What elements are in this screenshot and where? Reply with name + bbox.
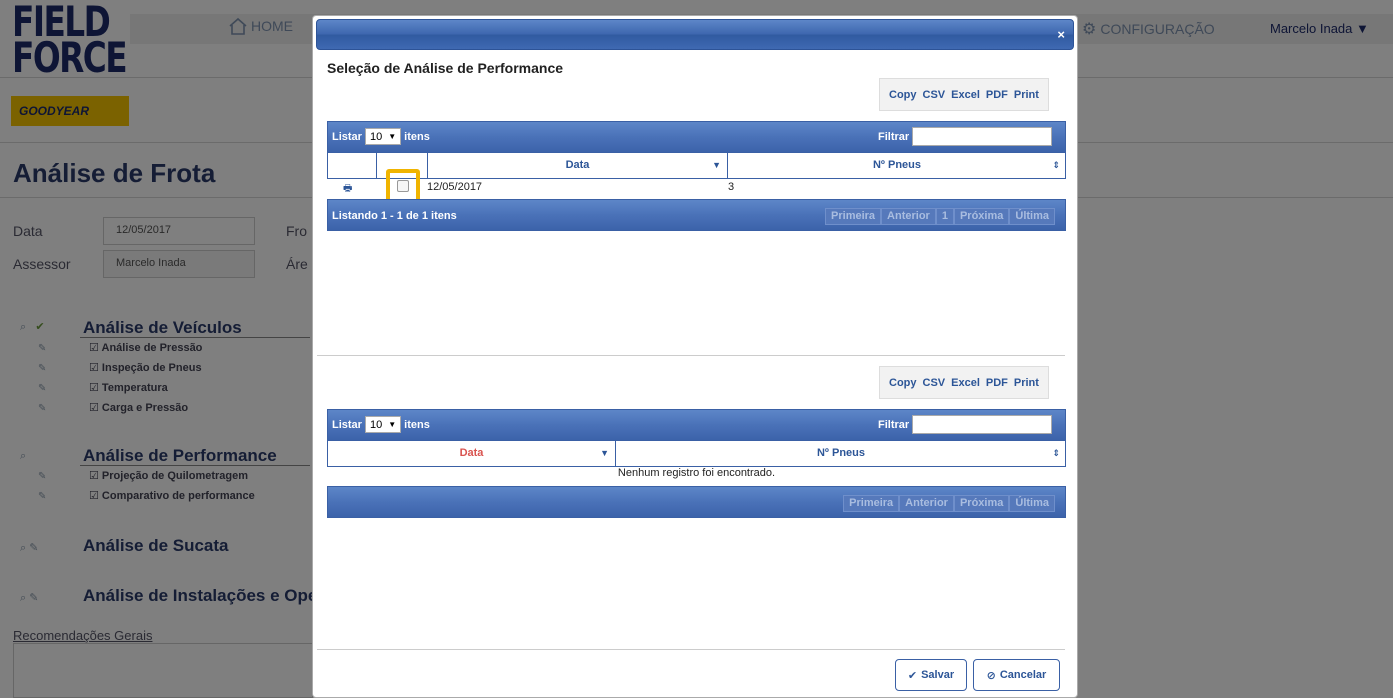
listar-label: Listar — [332, 130, 362, 143]
sort-desc-icon: ▼ — [600, 448, 609, 458]
empty-message: Nenhum registro foi encontrado. — [617, 467, 776, 479]
row-checkbox[interactable] — [397, 180, 409, 192]
header-pneus[interactable]: Nº Pneus ⇕ — [728, 153, 1066, 178]
header-data[interactable]: Data ▼ — [428, 153, 728, 178]
pagination: Primeira Anterior 1 Próxima Última — [825, 208, 1055, 225]
header-empty — [328, 153, 377, 178]
sort-desc-icon: ▼ — [712, 160, 721, 170]
close-icon[interactable]: × — [1057, 27, 1065, 42]
divider — [317, 649, 1065, 650]
table-toolbar: Listar 10 ▼ itens Filtrar — [327, 121, 1066, 153]
table-header: Data ▼ Nº Pneus ⇕ — [327, 153, 1066, 179]
sort-icon: ⇕ — [1052, 448, 1060, 458]
header-pneus[interactable]: Nº Pneus ⇕ — [616, 441, 1066, 466]
print-button[interactable]: Print — [1014, 89, 1039, 101]
copy-button[interactable]: Copy — [889, 89, 917, 101]
pagination: Primeira Anterior Próxima Última — [843, 495, 1055, 512]
filter-input[interactable] — [912, 415, 1053, 434]
table-footer: Primeira Anterior Próxima Última — [327, 486, 1066, 518]
header-data[interactable]: Data ▼ — [328, 441, 616, 466]
export-buttons: Copy CSV Excel PDF Print — [879, 78, 1049, 111]
modal-title: Seleção de Análise de Performance — [327, 60, 564, 76]
next-page-button[interactable]: Próxima — [953, 495, 1010, 512]
prev-page-button[interactable]: Anterior — [899, 495, 954, 512]
table-header: Data ▼ Nº Pneus ⇕ — [327, 441, 1066, 467]
copy-button[interactable]: Copy — [889, 377, 917, 389]
caret-down-icon: ▼ — [388, 132, 397, 141]
print-icon[interactable]: 🖶 — [343, 181, 352, 198]
print-button[interactable]: Print — [1014, 377, 1039, 389]
check-icon: ✔ — [907, 669, 918, 682]
divider — [317, 355, 1065, 356]
table-footer: Listando 1 - 1 de 1 itens Primeira Anter… — [327, 199, 1066, 231]
filter-label: Filtrar — [878, 418, 910, 431]
performance-selection-modal: × Seleção de Análise de Performance Copy… — [312, 15, 1078, 698]
next-page-button[interactable]: Próxima — [953, 208, 1010, 225]
ban-icon: ⊘ — [986, 669, 996, 682]
excel-button[interactable]: Excel — [951, 377, 980, 389]
csv-button[interactable]: CSV — [923, 377, 946, 389]
save-button[interactable]: ✔ Salvar — [895, 659, 967, 691]
table-row[interactable]: 🖶 12/05/2017 3 — [327, 179, 1066, 199]
filter-input[interactable] — [912, 127, 1053, 146]
caret-down-icon: ▼ — [388, 420, 397, 429]
last-page-button[interactable]: Última — [1009, 208, 1055, 225]
modal-header: × — [316, 19, 1074, 50]
first-page-button[interactable]: Primeira — [825, 208, 882, 225]
cancel-button[interactable]: ⊘ Cancelar — [973, 659, 1060, 691]
pdf-button[interactable]: PDF — [986, 89, 1008, 101]
row-date: 12/05/2017 — [427, 181, 483, 193]
pdf-button[interactable]: PDF — [986, 377, 1008, 389]
sort-icon: ⇕ — [1052, 160, 1060, 170]
listar-label: Listar — [332, 418, 362, 431]
last-page-button[interactable]: Última — [1009, 495, 1055, 512]
table-toolbar: Listar 10 ▼ itens Filtrar — [327, 409, 1066, 441]
cancel-label: Cancelar — [999, 669, 1047, 681]
save-label: Salvar — [921, 669, 955, 681]
itens-label: itens — [404, 418, 430, 431]
export-buttons: Copy CSV Excel PDF Print — [879, 366, 1049, 399]
page-size-select[interactable]: 10 ▼ — [364, 128, 402, 145]
table-info: Listando 1 - 1 de 1 itens — [332, 210, 457, 222]
excel-button[interactable]: Excel — [951, 89, 980, 101]
row-pneus: 3 — [728, 181, 735, 193]
itens-label: itens — [404, 130, 430, 143]
first-page-button[interactable]: Primeira — [843, 495, 900, 512]
prev-page-button[interactable]: Anterior — [881, 208, 936, 225]
filter-label: Filtrar — [878, 130, 910, 143]
page-1-button[interactable]: 1 — [935, 208, 954, 225]
csv-button[interactable]: CSV — [923, 89, 946, 101]
page-size-select[interactable]: 10 ▼ — [364, 416, 402, 433]
